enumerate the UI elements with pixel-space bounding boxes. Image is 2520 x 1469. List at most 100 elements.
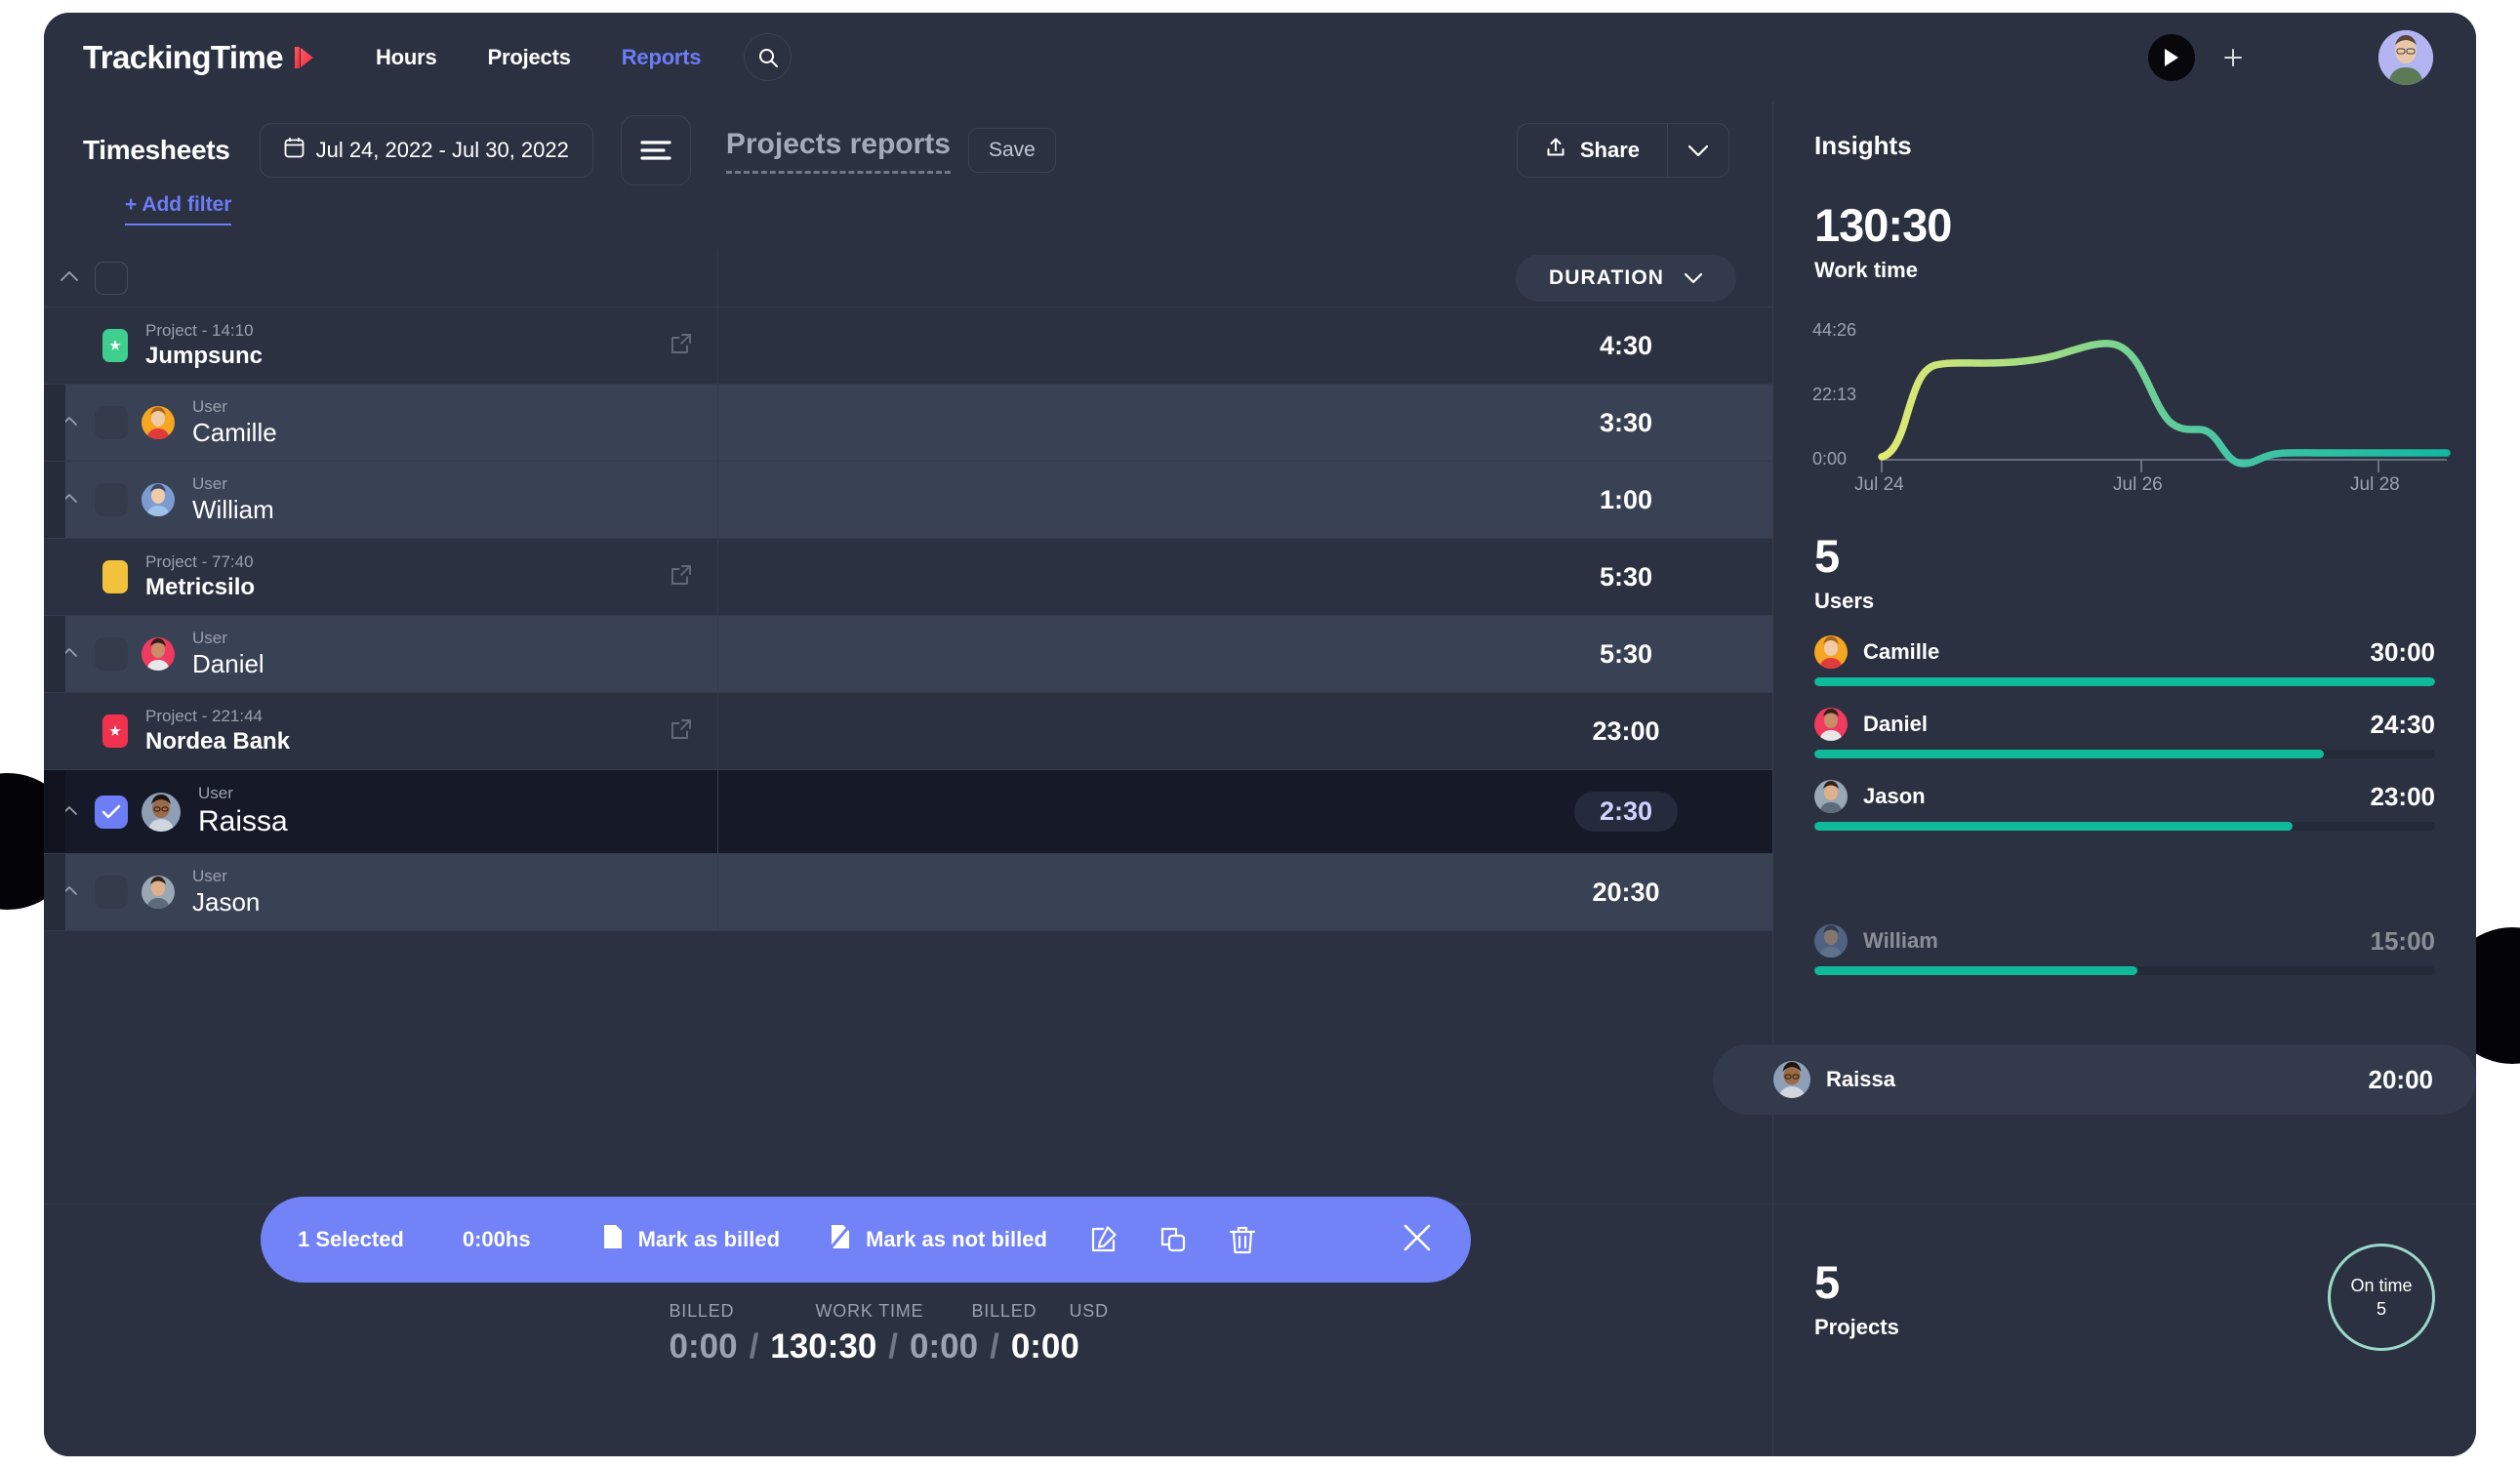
row-right: 2:30 (717, 770, 1772, 853)
insight-user-hover-card[interactable]: Raissa 20:00 (1713, 1044, 2476, 1115)
row-checkbox[interactable] (95, 406, 128, 439)
chart-x-tick-2: Jul 26 (2113, 474, 2163, 495)
row-subtitle: User (192, 474, 227, 494)
projects-insight-block: 5 Projects On time 5 (1814, 1244, 2435, 1351)
totals-footer: BILLED WORK TIME BILLED USD 0:00 / 130:3… (44, 1301, 1772, 1367)
table-row[interactable]: User Camille 3:30 (44, 385, 1772, 462)
row-title: Metricsilo (145, 573, 256, 600)
insight-user-row[interactable]: Daniel 24:30 (1814, 708, 2435, 758)
nav-link-hours[interactable]: Hours (376, 45, 437, 70)
row-checkbox-checked[interactable] (95, 795, 128, 829)
open-external-icon[interactable] (671, 564, 692, 591)
row-right: 4:30 (717, 307, 1772, 384)
totals-label-billed-2: BILLED (971, 1301, 1037, 1321)
row-checkbox[interactable] (95, 483, 128, 516)
insight-user-row[interactable]: Camille 30:00 (1814, 635, 2435, 686)
totals-value-billed-1: 0:00 (669, 1327, 738, 1366)
row-left: User Camille (44, 385, 717, 461)
insight-user-name: Daniel (1863, 712, 1929, 736)
open-external-icon[interactable] (671, 718, 692, 745)
table-row[interactable]: Project - 221:44 Nordea Bank 23:00 (44, 693, 1772, 770)
insight-user-time: 30:00 (2370, 636, 2436, 667)
users-insight-block: 5 Users Camille 30:00 Daniel 24:30 Jason… (1773, 529, 2476, 975)
table-row[interactable]: User Daniel 5:30 (44, 616, 1772, 693)
chart-x-tick-3: Jul 28 (2350, 474, 2400, 495)
report-title[interactable]: Projects reports (725, 128, 951, 174)
plus-icon[interactable] (2213, 37, 2254, 78)
users-label: Users (1814, 589, 1875, 613)
row-expand-chevron-up-icon[interactable] (44, 414, 95, 431)
work-time-value: 130:30 (1814, 199, 1952, 251)
row-duration: 3:30 (1599, 407, 1653, 437)
insight-user-time: 23:00 (2370, 781, 2436, 811)
nav-link-projects[interactable]: Projects (488, 45, 571, 70)
select-all-checkbox[interactable] (95, 261, 128, 295)
row-right: 20:30 (717, 854, 1772, 930)
row-title: William (192, 495, 274, 525)
row-labels: User William (192, 473, 274, 526)
filter-lines-icon[interactable] (620, 115, 691, 185)
row-duration: 5:30 (1599, 638, 1653, 669)
insights-title: Insights (1814, 131, 1912, 160)
totals-label-work-time: WORK TIME (815, 1301, 924, 1321)
table-row[interactable]: User Jason 20:30 (44, 854, 1772, 931)
insight-user-name: Jason (1863, 784, 1926, 808)
duration-header-label: DURATION (1548, 265, 1665, 289)
mark-as-not-billed-button[interactable]: Mark as not billed (828, 1223, 1047, 1256)
row-checkbox[interactable] (95, 637, 128, 671)
insights-pane: Insights 130:30 Work time 44:26 22:13 0:… (1713, 102, 2476, 1456)
chart-x-tick-1: Jul 24 (1854, 474, 1904, 495)
collapse-all-chevron-up-icon[interactable] (44, 269, 95, 287)
mark-as-billed-button[interactable]: $ Mark as billed (601, 1223, 780, 1256)
share-label: Share (1579, 138, 1640, 162)
copy-icon[interactable] (1158, 1225, 1188, 1254)
row-labels: Project - 77:40 Metricsilo (145, 551, 255, 601)
table-row[interactable]: User William 1:00 (44, 462, 1772, 539)
table-row-selected[interactable]: User Raissa 2:30 (44, 770, 1772, 854)
table-row[interactable]: Project - 77:40 Metricsilo 5:30 (44, 539, 1772, 616)
totals-label-billed-1: BILLED (669, 1301, 735, 1321)
trash-icon[interactable] (1229, 1225, 1256, 1254)
share-dropdown-chevron-down-icon[interactable] (1667, 123, 1729, 178)
avatar[interactable] (2378, 29, 2433, 85)
close-icon[interactable] (1401, 1221, 1434, 1259)
selected-hours-label: 0:00hs (462, 1227, 531, 1251)
duration-column-header[interactable]: DURATION (1480, 254, 1772, 302)
share-button[interactable]: Share (1516, 123, 1667, 178)
row-labels: User Daniel (192, 628, 264, 680)
table-row[interactable]: Project - 14:10 Jumpsunc 4:30 (44, 307, 1772, 385)
avatar (1814, 780, 1848, 813)
screenshot-root: TrackingTime Hours Projects Reports Time… (0, 0, 2520, 1469)
row-expand-chevron-up-icon[interactable] (44, 883, 95, 901)
insight-user-name: William (1863, 928, 1938, 953)
open-external-icon[interactable] (671, 333, 692, 359)
search-icon[interactable] (744, 33, 793, 81)
date-range-label: Jul 24, 2022 - Jul 30, 2022 (315, 138, 569, 162)
work-time-kpi: 130:30 Work time (1773, 198, 2476, 283)
project-color-swatch (102, 560, 128, 593)
insight-user-row[interactable]: William 15:00 (1814, 924, 2435, 975)
date-range-picker[interactable]: Jul 24, 2022 - Jul 30, 2022 (259, 123, 593, 178)
app-logo[interactable]: TrackingTime (83, 39, 317, 76)
row-labels: User Camille (192, 396, 277, 449)
row-expand-chevron-up-icon[interactable] (44, 803, 95, 821)
row-title: Raissa (198, 805, 288, 838)
insight-user-time: 20:00 (2368, 1064, 2434, 1094)
row-expand-chevron-up-icon[interactable] (44, 645, 95, 663)
main-body: Timesheets Jul 24, 2022 - Jul 30, 2022 P… (44, 102, 2476, 1456)
row-title: Jason (192, 887, 261, 918)
edit-pencil-icon[interactable] (1088, 1225, 1118, 1254)
add-filter-button[interactable]: + Add filter (125, 193, 232, 225)
save-button[interactable]: Save (967, 128, 1056, 173)
play-triangle-logo-icon (292, 41, 317, 78)
row-checkbox[interactable] (95, 876, 128, 909)
row-right: 5:30 (717, 616, 1772, 692)
row-subtitle: User (192, 867, 227, 886)
insight-user-row[interactable]: Jason 23:00 (1814, 780, 2435, 831)
report-subheader: Timesheets Jul 24, 2022 - Jul 30, 2022 P… (44, 102, 1772, 185)
nav-link-reports[interactable]: Reports (622, 45, 702, 70)
row-title: Daniel (192, 649, 264, 679)
play-icon[interactable] (2148, 33, 2195, 81)
row-expand-chevron-up-icon[interactable] (44, 491, 95, 509)
selected-count-label: 1 Selected (298, 1227, 404, 1251)
